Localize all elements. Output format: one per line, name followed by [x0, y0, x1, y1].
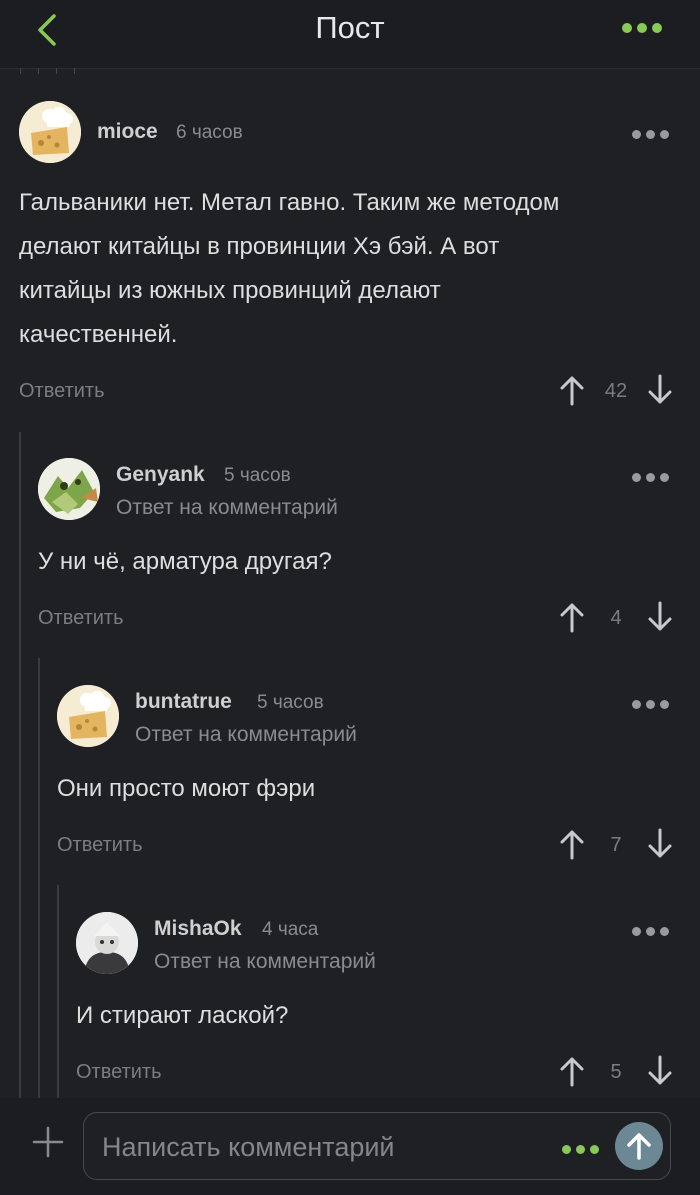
reply-context[interactable]: Ответ на комментарий [116, 496, 338, 520]
comment-text: Гальваники нет. Метал гавно. Таким же ме… [19, 189, 560, 348]
username[interactable]: buntatrue [135, 690, 232, 714]
downvote-arrow-icon[interactable] [647, 601, 673, 633]
send-button[interactable] [615, 1122, 663, 1170]
username[interactable]: MishaOk [154, 917, 242, 941]
avatar[interactable] [38, 458, 100, 520]
username[interactable]: mioce [97, 120, 158, 144]
downvote-arrow-icon[interactable] [647, 828, 673, 860]
avatar[interactable] [76, 912, 138, 974]
reply-button[interactable]: Ответить [19, 380, 105, 403]
more-options-icon[interactable] [632, 126, 680, 139]
comment-time: 5 часов [257, 692, 324, 713]
comment-composer [0, 1098, 700, 1195]
comment-time: 6 часов [176, 122, 243, 143]
arrow-up-icon [627, 1133, 651, 1160]
upvote-arrow-icon[interactable] [559, 374, 585, 406]
comment-time: 5 часов [224, 465, 291, 486]
top-bar: Пост [0, 0, 700, 69]
score: 7 [610, 834, 622, 856]
comment-text: Они просто моют фэри [57, 775, 316, 802]
upvote-arrow-icon[interactable] [559, 601, 585, 633]
comment-input[interactable] [100, 1127, 544, 1167]
avatar[interactable] [57, 685, 119, 747]
more-options-icon[interactable] [632, 469, 680, 482]
reply-context[interactable]: Ответ на комментарий [135, 723, 357, 747]
more-options-icon[interactable] [632, 696, 680, 709]
username[interactable]: Genyank [116, 463, 205, 487]
score: 42 [604, 380, 628, 402]
comment-input-box[interactable] [83, 1112, 671, 1180]
reply-button[interactable]: Ответить [76, 1061, 162, 1084]
reply-button[interactable]: Ответить [57, 834, 143, 857]
chef-cheese-avatar-icon [19, 101, 81, 163]
avatar[interactable] [19, 101, 81, 163]
more-options-icon[interactable] [632, 923, 680, 936]
frog-sticker-avatar-icon [38, 458, 100, 520]
reply-context[interactable]: Ответ на комментарий [154, 950, 376, 974]
chef-cheese-avatar-icon [57, 685, 119, 747]
add-attachment-icon[interactable] [32, 1126, 64, 1158]
reply-button[interactable]: Ответить [38, 607, 124, 630]
thread-lines-above [20, 68, 80, 74]
score: 4 [610, 607, 622, 629]
upvote-arrow-icon[interactable] [559, 1055, 585, 1087]
comment-text: И стирают лаской? [76, 1002, 289, 1029]
comment-text: У ни чё, арматура другая? [38, 548, 332, 575]
thread-line[interactable] [38, 658, 40, 1098]
downvote-arrow-icon[interactable] [647, 374, 673, 406]
thread-line[interactable] [57, 885, 59, 1098]
comment-time: 4 часа [262, 919, 319, 940]
downvote-arrow-icon[interactable] [647, 1055, 673, 1087]
upvote-arrow-icon[interactable] [559, 828, 585, 860]
more-options-icon[interactable] [622, 20, 672, 38]
more-options-icon[interactable] [562, 1141, 608, 1154]
page-title: Пост [315, 10, 385, 45]
person-photo-avatar-icon [76, 912, 138, 974]
thread-line[interactable] [19, 432, 21, 1098]
score: 5 [610, 1061, 622, 1083]
